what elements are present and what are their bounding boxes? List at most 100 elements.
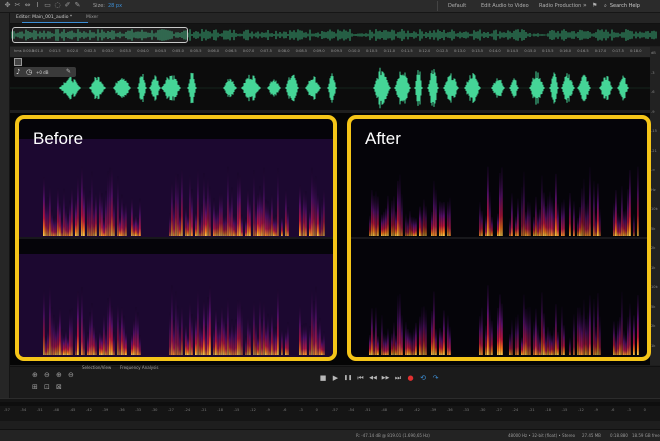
- gain-value[interactable]: +0 dB: [36, 70, 48, 75]
- record-icon[interactable]: ●: [406, 373, 416, 383]
- slip-tool-icon[interactable]: ⇔: [24, 2, 31, 9]
- size-value[interactable]: 28 px: [108, 3, 122, 9]
- edit-icon[interactable]: ✎: [66, 68, 71, 75]
- zoom-in-time-icon[interactable]: ⊕: [56, 371, 64, 379]
- spectral-column: [517, 198, 519, 236]
- fast-forward-icon[interactable]: ▶▶: [381, 373, 391, 383]
- zoom-out-amplitude-icon[interactable]: ⊖: [44, 371, 52, 379]
- tab-editor[interactable]: Editor: Main_001_audio *: [16, 15, 72, 20]
- spectral-column: [51, 209, 53, 236]
- spectral-column: [101, 192, 103, 236]
- brush-size-control[interactable]: Size: 28 px: [93, 3, 122, 9]
- spectral-column: [413, 217, 415, 236]
- spectral-column: [547, 196, 549, 236]
- spectral-column: [419, 206, 421, 236]
- spectral-column: [593, 298, 595, 355]
- scale-label: -6: [651, 90, 655, 94]
- ruler-tick-label: 0:01.0: [31, 49, 44, 53]
- spectral-column: [409, 332, 411, 355]
- spectral-column: [573, 201, 575, 236]
- brush-icon[interactable]: ✐: [64, 2, 71, 9]
- workspace-edit-audio-to-video[interactable]: Edit Audio to Video: [481, 3, 529, 9]
- spectral-column: [577, 307, 579, 355]
- spectral-column: [231, 318, 233, 355]
- level-meter-label: -48: [381, 408, 388, 412]
- scale-label: -3: [651, 70, 655, 75]
- ruler-tick-label: 0:06.0: [207, 49, 220, 53]
- track-gain-control[interactable]: ♪ ◷ +0 dB ✎: [14, 67, 76, 77]
- level-meter-label: -15: [233, 408, 240, 412]
- spectral-column: [223, 316, 225, 355]
- workspace-radio-production[interactable]: Radio Production: [539, 3, 581, 9]
- spectral-column: [549, 191, 551, 236]
- skip-selection-icon[interactable]: ↷: [431, 373, 441, 383]
- marquee-icon[interactable]: ▭: [44, 2, 51, 9]
- spectral-column: [247, 189, 249, 236]
- ruler-tick-label: 0:17.0: [594, 49, 607, 53]
- razor-tool-icon[interactable]: ✂: [14, 2, 21, 9]
- spectral-column: [321, 198, 323, 236]
- spectral-column: [539, 209, 541, 236]
- spectral-column: [301, 325, 303, 355]
- spectral-column: [49, 186, 51, 236]
- spot-healing-icon[interactable]: ✎: [74, 2, 81, 9]
- spectral-column: [59, 202, 61, 236]
- zoom-in-amplitude-icon[interactable]: ⊕: [32, 371, 40, 379]
- spectral-column: [189, 175, 191, 236]
- overview-visible-range[interactable]: [12, 27, 188, 43]
- spectral-column: [197, 169, 199, 236]
- zoom-full-icon[interactable]: ⊞: [32, 383, 40, 391]
- ruler-tick-label: 0:07.5: [260, 49, 272, 53]
- spectral-column: [67, 336, 69, 355]
- tab-selection-view[interactable]: Selection/View: [82, 365, 111, 370]
- ruler-tick-label: 0:03.0: [102, 49, 114, 53]
- spectral-column: [219, 323, 221, 355]
- tab-mixer[interactable]: Mixer: [86, 15, 98, 20]
- spectral-column: [371, 308, 373, 355]
- level-meter-label: -12: [578, 408, 584, 412]
- flag-icon[interactable]: ⚑: [592, 2, 597, 9]
- go-to-end-icon[interactable]: ⏭: [393, 373, 403, 383]
- workspace-default[interactable]: Default: [448, 3, 466, 9]
- spectral-column: [67, 214, 69, 236]
- play-icon[interactable]: ▶: [331, 373, 341, 383]
- left-panel-collapsed[interactable]: [0, 13, 10, 418]
- spectral-column: [637, 166, 639, 236]
- workspace-divider: [437, 1, 438, 11]
- time-selection-icon[interactable]: I: [34, 2, 41, 9]
- spectral-column: [117, 303, 119, 355]
- rewind-icon[interactable]: ◀◀: [368, 373, 378, 383]
- spectral-column: [175, 291, 177, 355]
- zoom-selection-icon[interactable]: ⊡: [44, 383, 52, 391]
- spectral-column: [257, 193, 259, 236]
- spectral-column: [481, 210, 483, 236]
- track-checkbox[interactable]: [14, 58, 22, 66]
- spectral-column: [299, 305, 301, 355]
- go-to-start-icon[interactable]: ⏮: [356, 373, 366, 383]
- spectral-column: [569, 337, 571, 355]
- spectral-column: [119, 216, 121, 236]
- spectral-column: [311, 167, 313, 236]
- level-meter-label: 0: [643, 408, 646, 412]
- tab-frequency-analysis[interactable]: Frequency Analysis: [120, 365, 158, 370]
- spectral-column: [63, 335, 65, 355]
- more-workspaces-icon[interactable]: »: [583, 2, 587, 9]
- spectral-column: [479, 316, 481, 355]
- spectral-column: [71, 308, 73, 355]
- ruler-tick-label: 0:10.0: [348, 49, 360, 53]
- spectral-column: [543, 192, 545, 236]
- search-help[interactable]: ⌕ Search Help: [604, 3, 640, 9]
- stop-icon[interactable]: ■: [318, 373, 328, 383]
- waveform-track[interactable]: ♪ ◷ +0 dB ✎: [10, 58, 650, 110]
- move-tool-icon[interactable]: ✥: [4, 2, 11, 9]
- waveform-overview[interactable]: [10, 24, 660, 46]
- loop-icon[interactable]: ⟲: [418, 373, 428, 383]
- timeline-ruler[interactable]: hms 0:00.5 0:01.0 0:01.5 0:02.0 0:02.5 0:03.0…: [10, 47, 660, 58]
- pause-icon[interactable]: ❚❚: [343, 373, 353, 383]
- spectral-column: [83, 319, 85, 355]
- zoom-in-point-icon[interactable]: ⊠: [56, 383, 64, 391]
- zoom-out-time-icon[interactable]: ⊖: [68, 371, 76, 379]
- spectral-column: [393, 196, 395, 236]
- lasso-icon[interactable]: ◌: [54, 2, 61, 9]
- spectral-column: [43, 290, 45, 355]
